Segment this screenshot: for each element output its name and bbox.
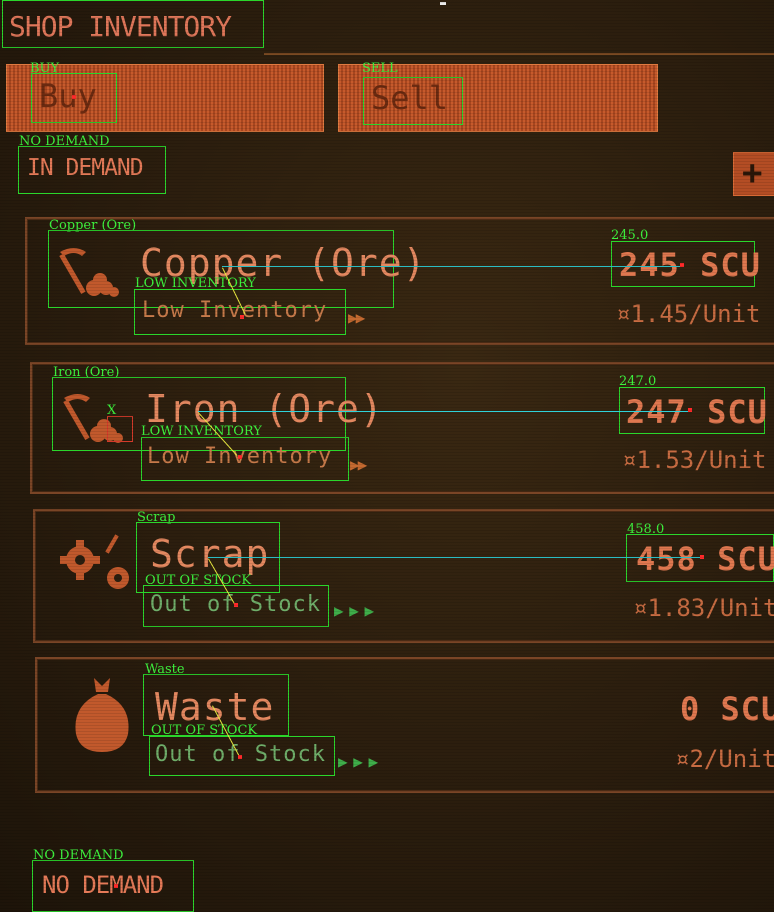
qty-value: 458 SCU (636, 540, 774, 578)
sell-tab-tag: SELL (362, 61, 398, 76)
demand-bottom-label: NO DEMAND (42, 871, 164, 899)
title-box: SHOP INVENTORY (2, 0, 264, 48)
indicator (440, 2, 446, 5)
buy-tab-marker (72, 95, 76, 99)
link-line (198, 411, 690, 412)
anchor-dot (234, 603, 238, 607)
buy-tab-label: Buy (39, 77, 97, 115)
link-line (208, 557, 702, 558)
status-arrows: ▶ ▶ ▶ (338, 752, 378, 771)
anchor-dot (114, 884, 118, 888)
anchor-dot (238, 755, 242, 759)
link-line (222, 266, 683, 267)
status-arrows: ▶ ▶ ▶ (334, 601, 374, 620)
buy-tab-tag: BUY (30, 61, 60, 76)
price-value: ¤1.83/Unit (633, 594, 774, 622)
divider (264, 53, 774, 55)
anchor-dot (700, 555, 704, 559)
gears-icon (60, 534, 129, 589)
price-value: ¤1.53/Unit (622, 446, 767, 474)
qty-value: 247 SCU (626, 393, 768, 431)
pickaxe-ore-icon (59, 248, 119, 297)
qty-value: 245 SCU (619, 246, 761, 284)
status-arrows: ▶▶ (348, 308, 365, 327)
add-button[interactable]: + (733, 152, 774, 196)
trash-bag-icon (75, 678, 129, 752)
demand-bottom-filter[interactable]: NO DEMAND (32, 860, 194, 912)
item-name: Scrap (150, 532, 270, 576)
status-label: Low Inventory (142, 298, 328, 323)
demand-top-filter[interactable]: IN DEMAND (18, 146, 166, 194)
anchor-dot (680, 263, 684, 267)
sell-tab-label: Sell (371, 79, 449, 117)
price-value: ¤1.45/Unit (616, 300, 761, 328)
anchor-dot (688, 408, 692, 412)
anchor-dot (238, 455, 242, 459)
status-arrows: ▶▶ (350, 455, 367, 474)
plus-icon: + (742, 153, 763, 193)
qty-value: 0 SCU (680, 690, 774, 728)
demand-top-label: IN DEMAND (27, 155, 144, 181)
marker-box (107, 416, 133, 442)
price-value: ¤2/Unit (675, 745, 774, 773)
anchor-dot (240, 315, 244, 319)
page-title: SHOP INVENTORY (9, 10, 232, 43)
